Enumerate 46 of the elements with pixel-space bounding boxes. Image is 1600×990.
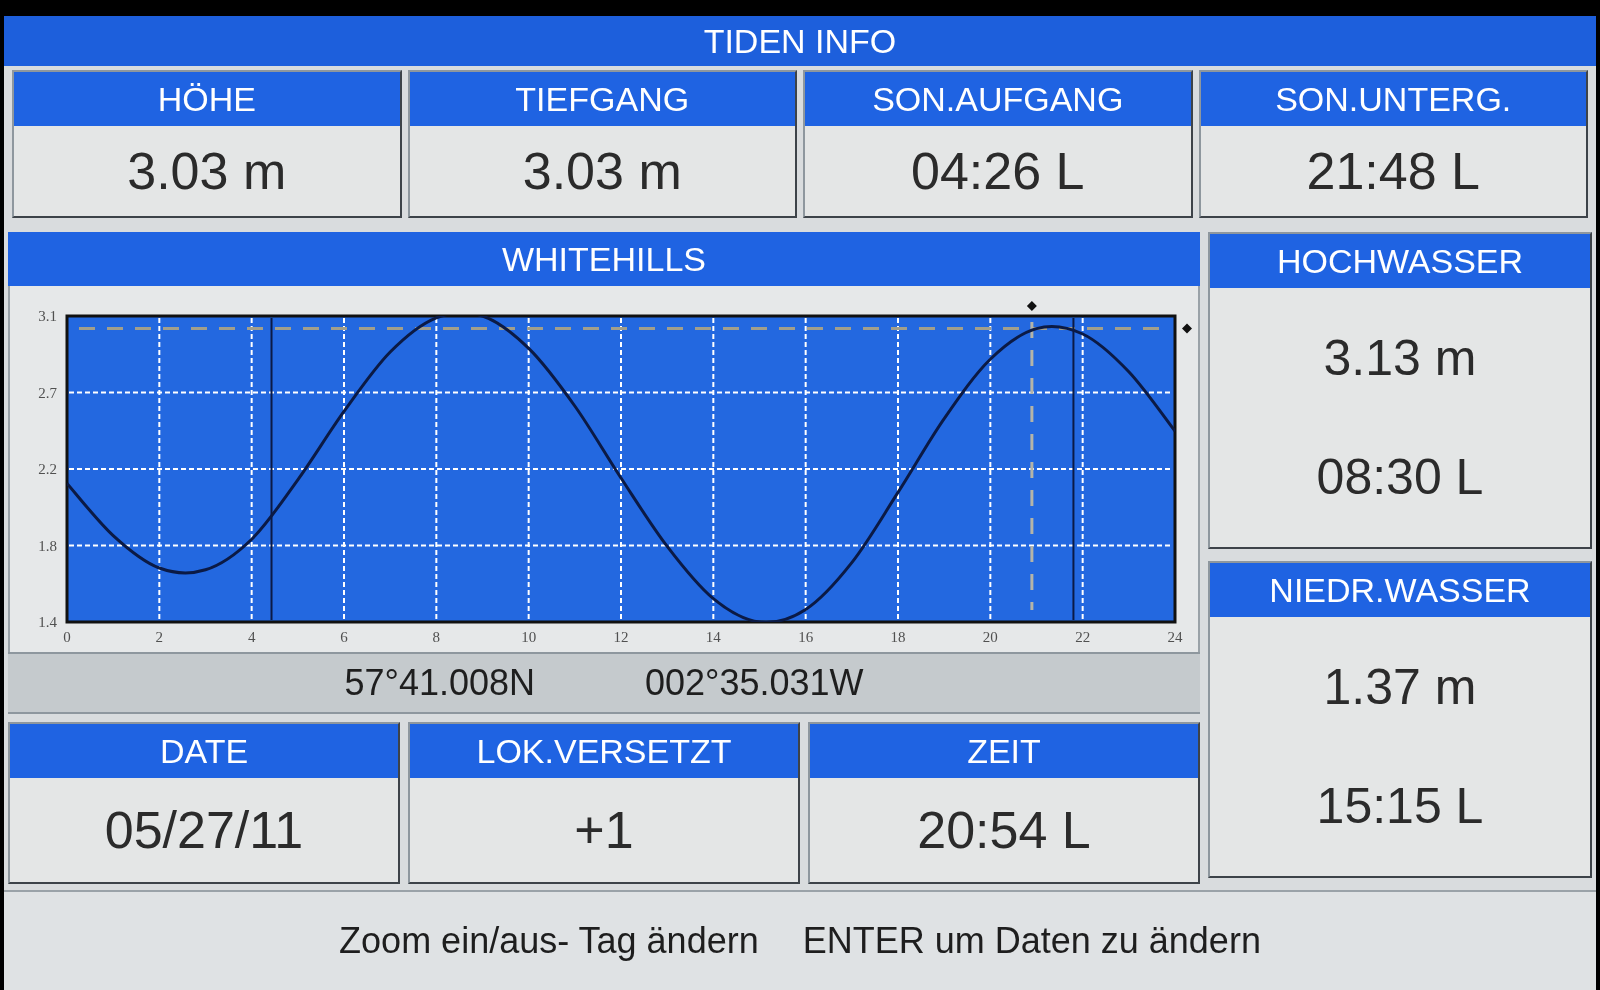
card-header: HÖHE	[14, 72, 400, 126]
status-hint: Zoom ein/aus- Tag ändern	[339, 923, 759, 959]
axis-tick-label: 0	[63, 629, 71, 645]
axis-tick-label: 18	[890, 629, 906, 645]
value-display: 21:48 L	[1305, 141, 1481, 202]
diamond-icon	[1026, 301, 1037, 311]
diamond-icon	[1182, 323, 1192, 334]
axis-tick-label: 16	[798, 629, 814, 645]
axis-tick-label: 12	[613, 629, 629, 645]
card-header: LOK.VERSETZT	[410, 724, 798, 778]
axis-tick-label: 4	[247, 629, 256, 645]
time-value: 15:15 L	[1316, 781, 1484, 832]
axis-tick-label: 1.8	[38, 537, 57, 554]
axis-tick-label: 22	[1075, 629, 1091, 645]
axis-tick-label: 2.7	[38, 384, 57, 401]
longitude-text: 002°35.031W	[645, 665, 864, 701]
time-value: 08:30 L	[1316, 452, 1484, 503]
card-header: DATE	[10, 724, 398, 778]
height-value: 3.13 m	[1323, 332, 1477, 383]
axis-tick-label: 3.1	[38, 308, 57, 324]
card-header: SON.AUFGANG	[805, 72, 1191, 126]
station-header: WHITEHILLS	[8, 232, 1200, 286]
axis-tick-label: 2.2	[38, 461, 57, 477]
latitude-text: 57°41.008N	[344, 665, 535, 701]
window-title: TIDEN INFO	[4, 16, 1596, 66]
value-display: 04:26 L	[910, 141, 1086, 202]
value-display: 3.03 m	[126, 141, 288, 202]
status-hint: ENTER um Daten zu ändern	[802, 923, 1261, 959]
value-display: +1	[573, 800, 635, 861]
axis-tick-label: 24	[1167, 629, 1183, 645]
axis-tick-label: 20	[982, 629, 998, 645]
axis-tick-label: 2	[155, 629, 164, 645]
value-display: 20:54 L	[916, 800, 1092, 861]
card-header: SON.UNTERG.	[1200, 72, 1586, 126]
axis-tick-label: 1.4	[38, 614, 57, 630]
value-display: 3.03 m	[521, 141, 683, 202]
axis-tick-label: 10	[521, 629, 537, 645]
axis-tick-label: 8	[432, 629, 441, 645]
height-value: 1.37 m	[1323, 661, 1477, 712]
axis-tick-label: 6	[340, 629, 348, 645]
card-header: NIEDR.WASSER	[1210, 563, 1590, 617]
card-header: ZEIT	[810, 724, 1198, 778]
card-header: HOCHWASSER	[1210, 234, 1590, 288]
axis-tick-label: 14	[705, 629, 721, 645]
card-header: TIEFGANG	[409, 72, 795, 126]
value-display: 05/27/11	[103, 800, 305, 861]
